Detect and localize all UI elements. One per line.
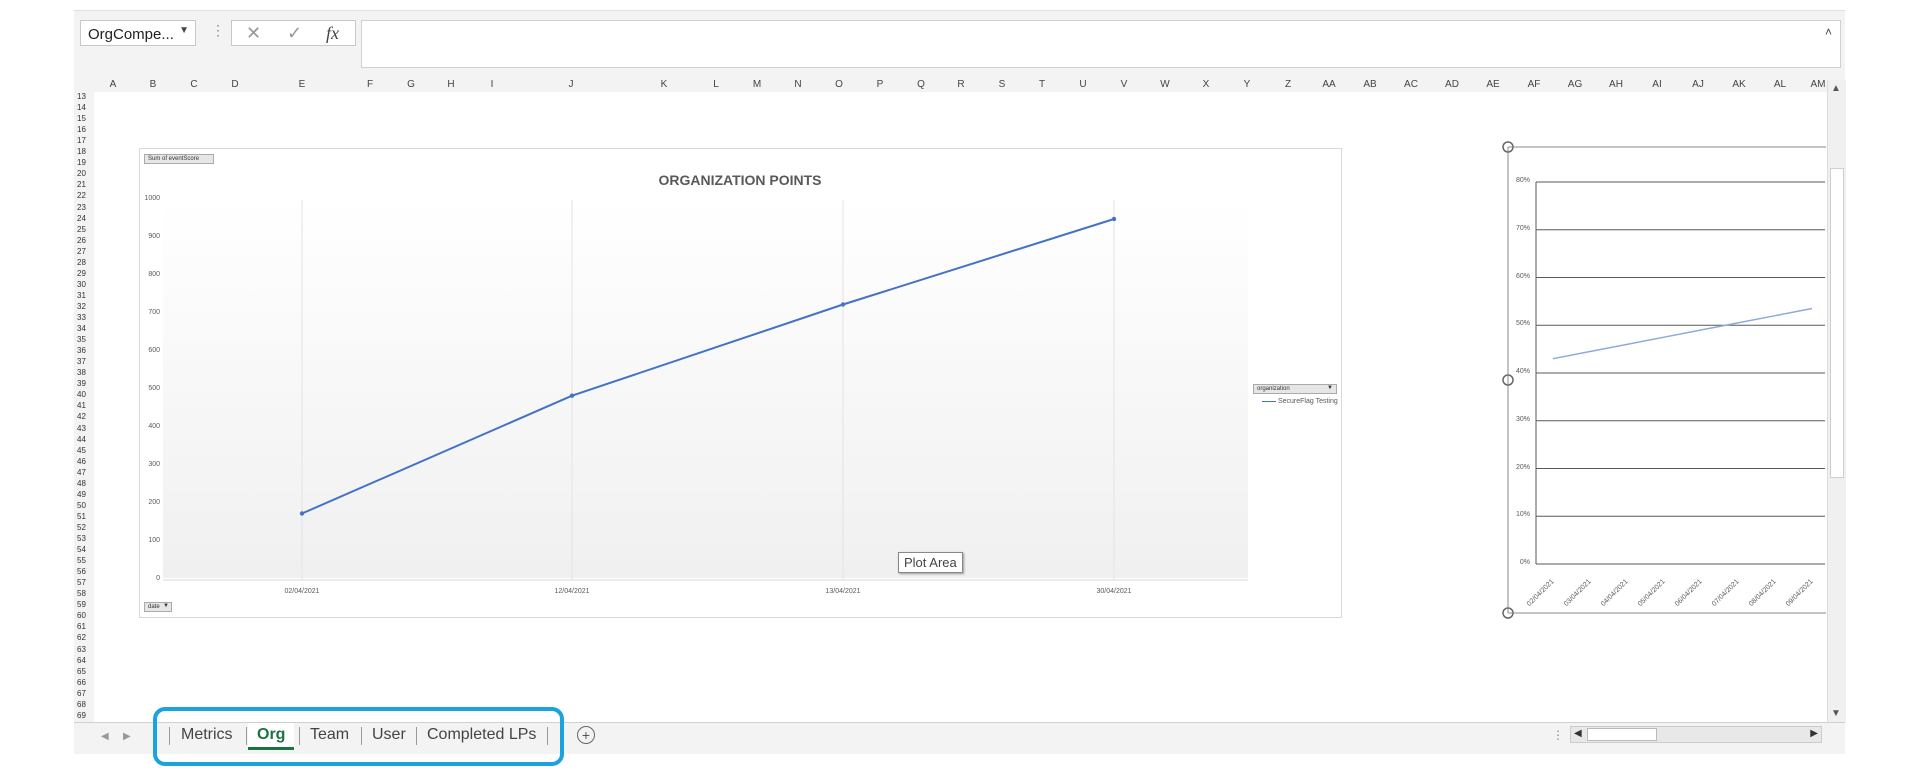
horizontal-scroll-thumb[interactable] <box>1587 728 1657 741</box>
horizontal-scrollbar[interactable]: ◀ ▶ <box>1570 726 1822 743</box>
splitter-handle-icon[interactable]: ⋮ <box>1552 728 1564 742</box>
scroll-down-icon[interactable]: ▼ <box>1831 708 1841 719</box>
plus-circle-icon[interactable]: + <box>577 726 595 744</box>
chart2-plot <box>1502 141 1826 619</box>
series-line <box>1552 307 1813 360</box>
prev-sheet-icon[interactable]: ◀ <box>101 731 109 742</box>
vertical-scrollbar[interactable]: ▲ ▼ <box>1827 80 1846 722</box>
sheet-tabs-highlight <box>153 707 564 766</box>
scroll-up-icon[interactable]: ▲ <box>1831 83 1841 94</box>
next-sheet-icon[interactable]: ▶ <box>123 731 131 742</box>
scroll-thumb[interactable] <box>1830 168 1844 478</box>
scroll-right-icon[interactable]: ▶ <box>1810 728 1818 739</box>
scroll-left-icon[interactable]: ◀ <box>1574 728 1582 739</box>
